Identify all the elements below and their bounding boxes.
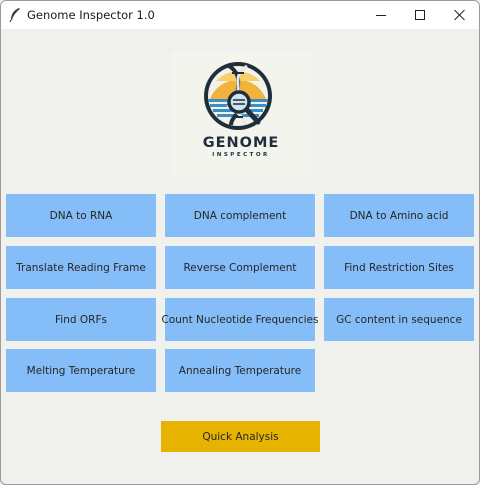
title-bar[interactable]: Genome Inspector 1.0 (1, 1, 479, 29)
find-restriction-sites-button[interactable]: Find Restriction Sites (324, 246, 474, 289)
dna-helix-icon (204, 62, 272, 130)
genome-inspector-logo: GENOME INSPECTOR (171, 51, 311, 177)
maximize-icon (415, 10, 425, 20)
quick-analysis-button[interactable]: Quick Analysis (161, 421, 320, 452)
translate-reading-frame-button[interactable]: Translate Reading Frame (6, 246, 156, 289)
close-button[interactable] (437, 1, 479, 29)
logo-title: GENOME (202, 135, 280, 151)
dna-to-rna-button[interactable]: DNA to RNA (6, 194, 156, 237)
minimize-button[interactable] (359, 1, 403, 29)
maximize-button[interactable] (398, 1, 442, 29)
count-nucleotide-frequencies-button[interactable]: Count Nucleotide Frequencies (162, 298, 319, 341)
reverse-complement-button[interactable]: Reverse Complement (165, 246, 315, 289)
dna-complement-button[interactable]: DNA complement (165, 194, 315, 237)
dna-to-amino-acid-button[interactable]: DNA to Amino acid (324, 194, 474, 237)
window-title: Genome Inspector 1.0 (27, 8, 155, 22)
annealing-temperature-button[interactable]: Annealing Temperature (165, 349, 315, 392)
find-orfs-button[interactable]: Find ORFs (6, 298, 156, 341)
feather-icon (9, 8, 20, 23)
close-icon (453, 9, 465, 21)
gc-content-button[interactable]: GC content in sequence (324, 298, 474, 341)
app-window: Genome Inspector 1.0 GENOME INSPECTOR DN… (0, 0, 480, 485)
melting-temperature-button[interactable]: Melting Temperature (6, 349, 156, 392)
minimize-icon (376, 14, 386, 16)
logo-subtitle: INSPECTOR (212, 152, 270, 158)
